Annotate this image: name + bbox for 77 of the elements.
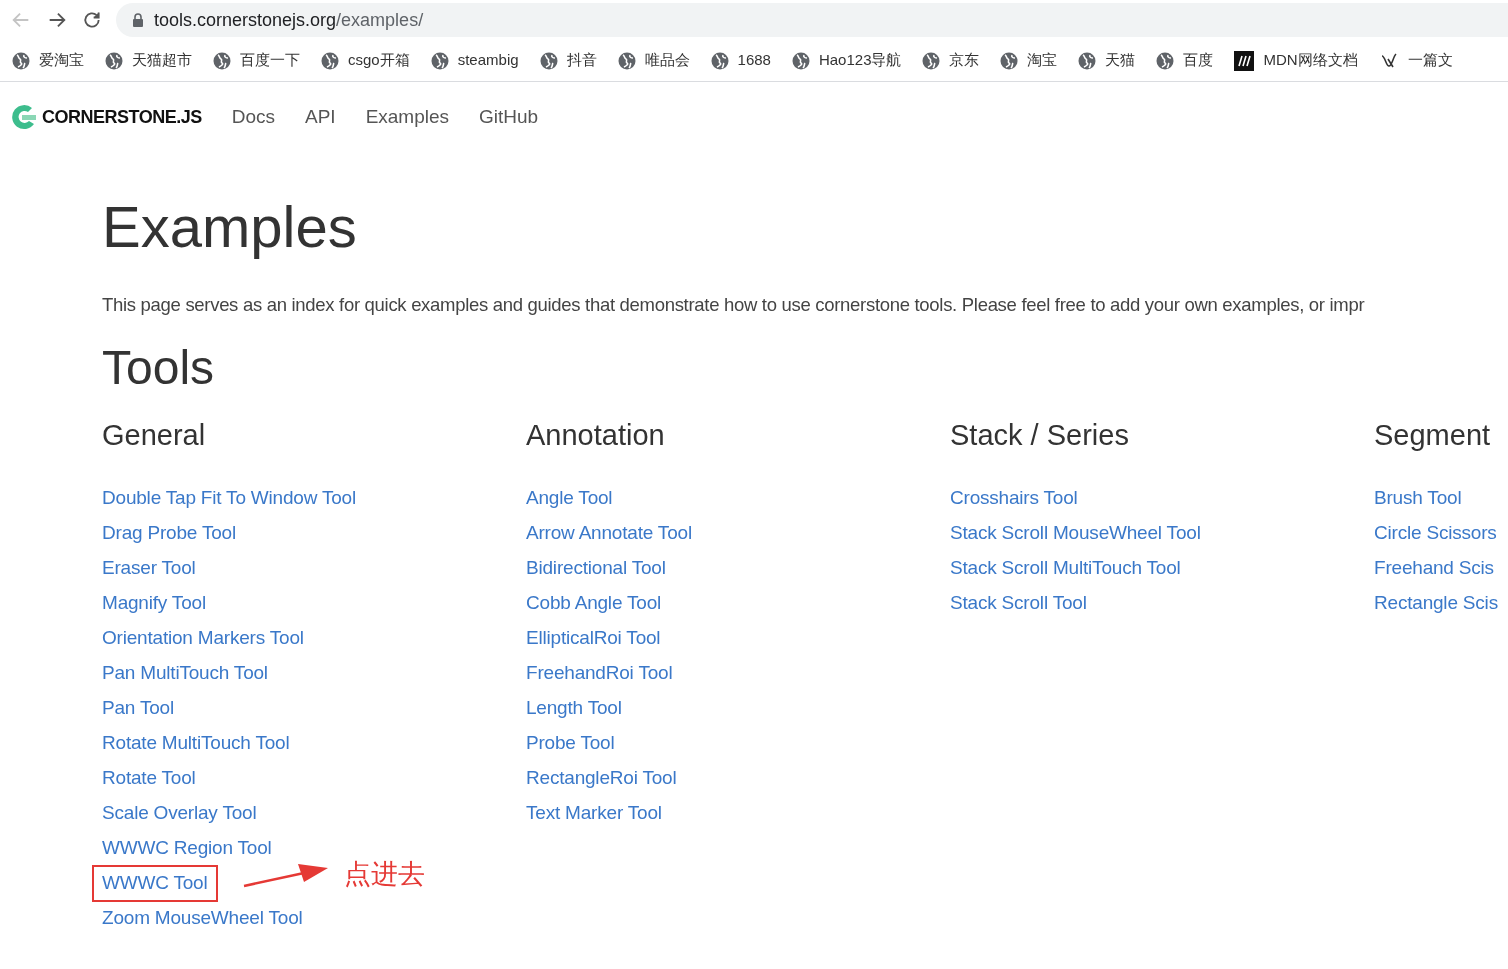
- globe-icon: [1078, 51, 1097, 70]
- globe-icon: [1000, 51, 1019, 70]
- globe-icon: [710, 51, 729, 70]
- globe-icon: [539, 51, 558, 70]
- bookmark-link[interactable]: csgo开箱: [348, 49, 410, 72]
- intro-paragraph: This page serves as an index for quick examples and guides that demonstrate how to use cornerstone tools. Please feel free to add your own examples, or impr: [102, 293, 1366, 317]
- tool-link[interactable]: Rotate Tool: [102, 764, 196, 793]
- tool-link[interactable]: Stack Scroll Tool: [950, 589, 1087, 618]
- tool-link[interactable]: Scale Overlay Tool: [102, 799, 257, 828]
- bookmark-link[interactable]: 京东: [949, 49, 980, 72]
- tool-link[interactable]: Rectangle Scis: [1374, 589, 1498, 618]
- tool-link[interactable]: Bidirectional Tool: [526, 554, 666, 583]
- bookmark-link[interactable]: 一篇文: [1407, 49, 1453, 72]
- section-heading: Tools: [102, 339, 216, 396]
- url-text: tools.cornerstonejs.org/examples/: [154, 8, 424, 32]
- tool-link[interactable]: Length Tool: [526, 694, 622, 723]
- column-heading: Segment: [1374, 417, 1492, 453]
- tool-link[interactable]: Stack Scroll MouseWheel Tool: [950, 519, 1201, 548]
- tool-link[interactable]: Probe Tool: [526, 729, 615, 758]
- tool-link[interactable]: Angle Tool: [526, 484, 613, 513]
- tool-link[interactable]: Zoom MouseWheel Tool: [102, 904, 303, 933]
- tool-link[interactable]: Double Tap Fit To Window Tool: [102, 484, 356, 513]
- column-heading: Stack / Series: [950, 417, 1130, 453]
- tool-link[interactable]: Pan Tool: [102, 694, 174, 723]
- globe-icon: [213, 51, 231, 70]
- bookmark-link[interactable]: 1688: [737, 49, 771, 72]
- tool-link[interactable]: Text Marker Tool: [526, 799, 662, 828]
- tool-link[interactable]: Magnify Tool: [102, 589, 206, 618]
- column-heading: General: [102, 417, 207, 453]
- lock-icon: [132, 13, 144, 27]
- tool-link[interactable]: Cobb Angle Tool: [526, 589, 662, 618]
- brand-name[interactable]: CORNERSTONE.JS: [42, 103, 202, 131]
- reload-icon[interactable]: [82, 10, 102, 30]
- bookmark-link[interactable]: 抖音: [566, 49, 597, 72]
- nav-link[interactable]: Docs: [231, 102, 275, 132]
- nav-link[interactable]: GitHub: [479, 102, 539, 132]
- tool-link[interactable]: RectangleRoi Tool: [526, 764, 677, 793]
- annotation-note: 点进去: [344, 857, 425, 891]
- mdn-logo-icon: [1234, 50, 1255, 71]
- globe-icon: [791, 51, 810, 70]
- bookmark-link[interactable]: steambig: [457, 49, 519, 72]
- address-bar[interactable]: tools.cornerstonejs.org/examples/: [116, 3, 1508, 37]
- bookmark-link[interactable]: MDN网络文档: [1263, 49, 1358, 72]
- bookmark-link[interactable]: 天猫: [1105, 49, 1136, 72]
- globe-icon: [105, 51, 123, 70]
- bookmark-link[interactable]: 爱淘宝: [39, 49, 84, 72]
- globe-icon: [1156, 51, 1175, 70]
- tool-link[interactable]: Circle Scissors: [1374, 519, 1497, 548]
- bookmark-link[interactable]: 唯品会: [644, 49, 690, 72]
- bookmark-link[interactable]: 百度一下: [240, 49, 300, 72]
- globe-icon: [617, 51, 636, 70]
- tool-link[interactable]: Crosshairs Tool: [950, 484, 1078, 513]
- globe-icon: [321, 51, 339, 70]
- nav-link[interactable]: API: [305, 102, 336, 132]
- tool-link[interactable]: FreehandRoi Tool: [526, 659, 673, 688]
- bookmark-link[interactable]: 百度: [1183, 49, 1214, 72]
- tool-link[interactable]: Arrow Annotate Tool: [526, 519, 692, 548]
- tool-link[interactable]: EllipticalRoi Tool: [526, 624, 661, 653]
- globe-icon: [12, 51, 30, 70]
- tool-link[interactable]: Orientation Markers Tool: [102, 624, 304, 653]
- page-title: Examples: [102, 193, 358, 261]
- tool-link[interactable]: Freehand Scis: [1374, 554, 1494, 583]
- tool-link[interactable]: Drag Probe Tool: [102, 519, 236, 548]
- tool-link[interactable]: Pan MultiTouch Tool: [102, 659, 268, 688]
- tool-link[interactable]: WWWC Region Tool: [102, 834, 272, 863]
- bookmark-link[interactable]: Hao123导航: [818, 49, 902, 72]
- tool-link[interactable]: WWWC Tool: [92, 865, 218, 902]
- bookmark-link[interactable]: 淘宝: [1027, 49, 1058, 72]
- globe-icon: [430, 51, 449, 70]
- tool-link[interactable]: Eraser Tool: [102, 554, 196, 583]
- globe-icon: [922, 51, 941, 70]
- tool-link[interactable]: Brush Tool: [1374, 484, 1462, 513]
- nav-link[interactable]: Examples: [365, 102, 450, 132]
- bookmark-link[interactable]: 天猫超市: [132, 49, 192, 72]
- column-heading: Annotation: [526, 417, 666, 453]
- tool-link[interactable]: Rotate MultiTouch Tool: [102, 729, 290, 758]
- tool-link[interactable]: Stack Scroll MultiTouch Tool: [950, 554, 1181, 583]
